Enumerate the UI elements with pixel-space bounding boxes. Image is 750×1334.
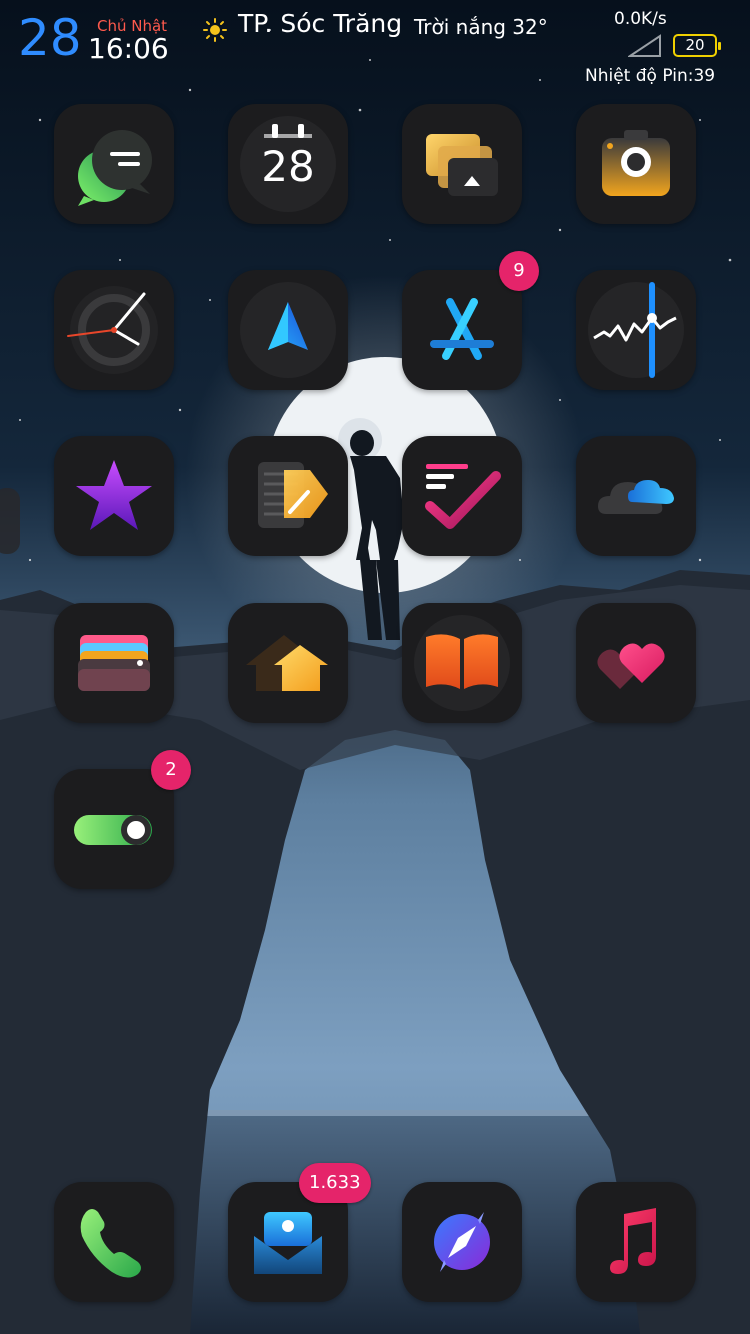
- compass-icon: [434, 1212, 490, 1272]
- app-navigation[interactable]: [228, 270, 348, 390]
- app-store-icon: [430, 298, 494, 360]
- app-app-store[interactable]: [402, 270, 522, 390]
- star-icon: [76, 460, 152, 530]
- network-speed: 0.0K/s: [614, 9, 667, 29]
- wallet-icon: [78, 635, 150, 691]
- camera-icon: [602, 130, 670, 196]
- photos-icon: [426, 134, 498, 196]
- app-reminders[interactable]: [402, 436, 522, 556]
- reminders-icon: [425, 464, 501, 529]
- messages-icon: [78, 130, 152, 206]
- dock-phone[interactable]: [54, 1182, 174, 1302]
- dock-music[interactable]: [576, 1182, 696, 1302]
- signal-icon: [628, 34, 661, 57]
- settings-badge: 2: [151, 750, 191, 790]
- app-stocks[interactable]: [576, 270, 696, 390]
- app-messages[interactable]: [54, 104, 174, 224]
- app-icloud[interactable]: [576, 436, 696, 556]
- app-camera[interactable]: [576, 104, 696, 224]
- dock-safari[interactable]: [402, 1182, 522, 1302]
- app-itunes-store[interactable]: [54, 436, 174, 556]
- app-home[interactable]: [228, 603, 348, 723]
- stocks-icon: [593, 282, 677, 378]
- app-store-badge: 9: [499, 251, 539, 291]
- app-notes[interactable]: [228, 436, 348, 556]
- app-calendar[interactable]: 28: [228, 104, 348, 224]
- app-photos[interactable]: [402, 104, 522, 224]
- app-clock[interactable]: [54, 270, 174, 390]
- sun-icon: [203, 18, 227, 42]
- app-wallet[interactable]: [54, 603, 174, 723]
- calendar-date: 28: [261, 142, 315, 191]
- battery-temperature: Nhiệt độ Pin:39: [585, 66, 716, 86]
- battery-indicator: 20: [673, 34, 721, 57]
- app-books[interactable]: [402, 603, 522, 723]
- date-number: 28: [18, 9, 82, 67]
- clock-icon: [67, 286, 158, 374]
- side-drawer-handle[interactable]: [0, 488, 20, 554]
- clock-time: 16:06: [88, 32, 169, 65]
- navigation-icon: [268, 302, 308, 350]
- phone-icon: [80, 1209, 141, 1278]
- mail-badge: 1.633: [299, 1163, 371, 1203]
- weather-condition: Trời nắng 32°: [414, 15, 548, 39]
- music-icon: [610, 1208, 656, 1274]
- status-bar: 28 Chủ Nhật 16:06 TP. Sóc Trăng Trời nắn…: [0, 0, 750, 90]
- hearts-icon: [597, 643, 665, 689]
- app-health[interactable]: [576, 603, 696, 723]
- weather-city: TP. Sóc Trăng: [238, 9, 403, 38]
- toggle-settings-icon: [74, 815, 152, 845]
- cloud-icon: [598, 480, 674, 514]
- app-settings[interactable]: [54, 769, 174, 889]
- notes-icon: [258, 462, 328, 528]
- home-icon: [246, 635, 328, 691]
- books-icon: [426, 634, 498, 689]
